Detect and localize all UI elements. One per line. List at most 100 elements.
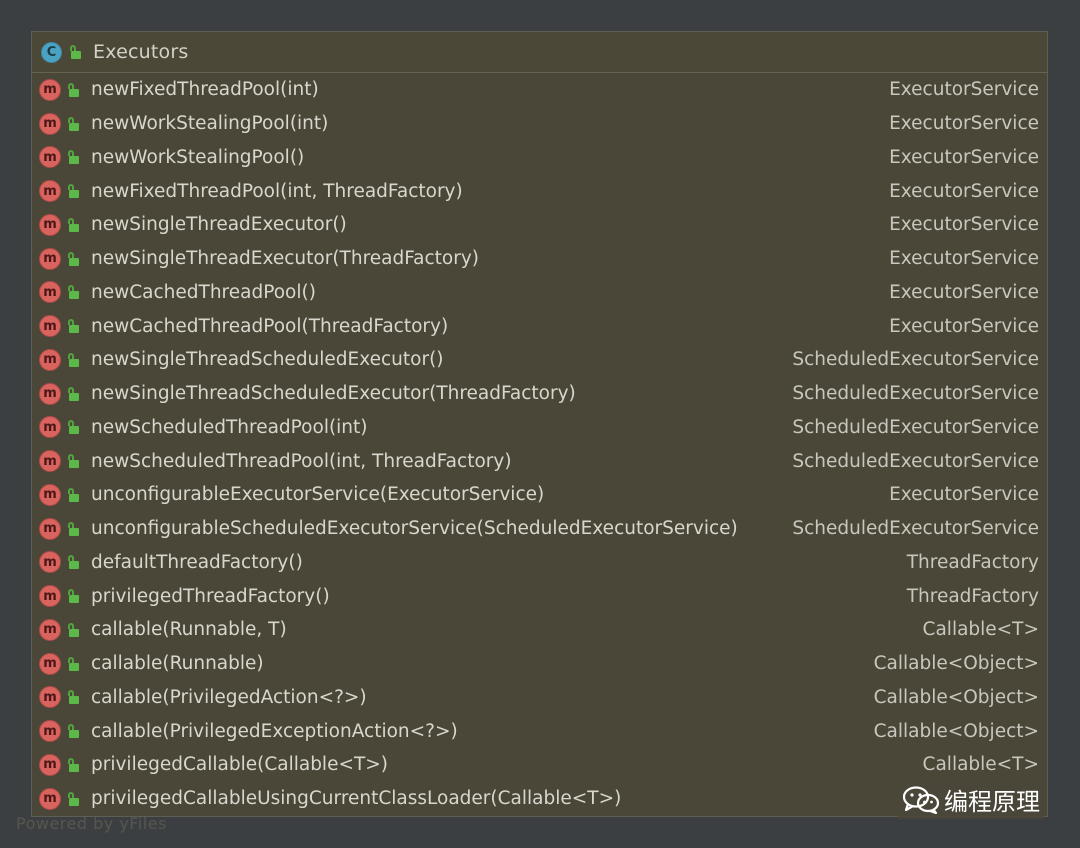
class-node-executors[interactable]: C Executors m newFixedThreadPool(int) Exec… [31,31,1048,817]
method-return-type: ExecutorService [889,113,1039,135]
method-signature: defaultThreadFactory() [91,551,303,573]
method-row[interactable]: m newWorkStealingPool(int) ExecutorService [32,107,1047,141]
method-return-type: Callable<Object> [873,686,1039,708]
method-row[interactable]: m callable(Runnable, T) Callable<T> [32,613,1047,647]
method-return-type: ExecutorService [889,248,1039,270]
public-lock-icon [68,791,79,806]
method-return-type: ScheduledExecutorService [792,518,1039,540]
class-header[interactable]: C Executors [32,32,1047,73]
method-return-type: ThreadFactory [906,585,1039,607]
method-return-type: ScheduledExecutorService [792,416,1039,438]
method-return-type: Callable<Object> [873,720,1039,742]
method-icon: m [39,585,61,608]
method-row[interactable]: m callable(PrivilegedAction<?>) Callable<O… [32,681,1047,715]
method-icon: m [39,787,61,810]
powered-by-watermark: Powered by yFiles [16,814,167,833]
method-icon: m [39,78,61,101]
method-row[interactable]: m newScheduledThreadPool(int) ScheduledExe… [32,411,1047,445]
public-lock-icon [68,319,79,334]
public-lock-icon [68,487,79,502]
method-return-type: ExecutorService [889,180,1039,202]
method-icon: m [39,416,61,439]
public-lock-icon [68,656,79,671]
brand-text: 编程原理 [944,788,1040,816]
method-return-type: ExecutorService [889,484,1039,506]
method-row[interactable]: m newSingleThreadScheduledExecutor() Sched… [32,343,1047,377]
method-list: m newFixedThreadPool(int) ExecutorService m… [32,73,1047,816]
method-icon: m [39,753,61,776]
method-return-type: ScheduledExecutorService [792,349,1039,371]
public-lock-icon [68,690,79,705]
method-return-type: Callable<T> [922,754,1039,776]
class-title: Executors [93,41,189,63]
method-row[interactable]: m newCachedThreadPool(ThreadFactory) Execu… [32,309,1047,343]
method-icon: m [39,348,61,371]
method-row[interactable]: m privilegedThreadFactory() ThreadFactory [32,579,1047,613]
method-signature: callable(Runnable, T) [91,619,287,641]
class-icon: C [41,41,62,63]
method-row[interactable]: m newFixedThreadPool(int, ThreadFactory) E… [32,174,1047,208]
method-icon: m [39,720,61,743]
method-row[interactable]: m newFixedThreadPool(int) ExecutorService [32,73,1047,107]
public-lock-icon [68,352,79,367]
public-lock-icon [68,757,79,772]
method-signature: privilegedThreadFactory() [91,585,330,607]
method-return-type: ThreadFactory [906,551,1039,573]
public-lock-icon [68,420,79,435]
method-icon: m [39,281,61,304]
public-lock-icon [68,184,79,199]
method-return-type: ExecutorService [889,79,1039,101]
public-lock-icon [68,116,79,131]
method-icon: m [39,450,61,473]
method-row[interactable]: m newScheduledThreadPool(int, ThreadFacto… [32,444,1047,478]
public-lock-icon [68,285,79,300]
method-icon: m [39,146,61,169]
method-icon: m [39,247,61,270]
method-signature: privilegedCallable(Callable<T>) [91,754,388,776]
method-icon: m [39,551,61,574]
method-return-type: ExecutorService [889,315,1039,337]
public-lock-icon [68,386,79,401]
method-icon: m [39,382,61,405]
method-row[interactable]: m newWorkStealingPool() ExecutorService [32,141,1047,175]
method-row[interactable]: m newCachedThreadPool() ExecutorService [32,276,1047,310]
method-row[interactable]: m unconfigurableExecutorService(ExecutorS… [32,478,1047,512]
method-return-type: ExecutorService [889,281,1039,303]
method-return-type: ScheduledExecutorService [792,450,1039,472]
public-lock-icon [70,45,81,59]
method-return-type: ScheduledExecutorService [792,383,1039,405]
method-return-type: Callable<Object> [873,653,1039,675]
method-row[interactable]: m unconfigurableScheduledExecutorService(… [32,512,1047,546]
method-icon: m [39,652,61,675]
public-lock-icon [68,622,79,637]
method-row[interactable]: m newSingleThreadExecutor() ExecutorServic… [32,208,1047,242]
method-return-type: Callable<T> [922,619,1039,641]
public-lock-icon [68,217,79,232]
method-row[interactable]: m privilegedCallableUsingCurrentClassLoad… [32,782,1047,816]
method-icon: m [39,686,61,709]
method-row[interactable]: m newSingleThreadExecutor(ThreadFactory) E… [32,242,1047,276]
public-lock-icon [68,555,79,570]
method-icon: m [39,112,61,135]
method-icon: m [39,213,61,236]
public-lock-icon [68,521,79,536]
method-row[interactable]: m newSingleThreadScheduledExecutor(Thread… [32,377,1047,411]
method-return-type: ExecutorService [889,214,1039,236]
method-row[interactable]: m callable(PrivilegedExceptionAction<?>) C… [32,714,1047,748]
method-row[interactable]: m defaultThreadFactory() ThreadFactory [32,546,1047,580]
brand-watermark: 编程原理 [898,780,1044,819]
wechat-icon [902,785,940,814]
public-lock-icon [68,454,79,469]
method-icon: m [39,483,61,506]
method-icon: m [39,618,61,641]
public-lock-icon [68,82,79,97]
public-lock-icon [68,251,79,266]
public-lock-icon [68,724,79,739]
method-icon: m [39,180,61,203]
diagram-canvas: C Executors m newFixedThreadPool(int) Exec… [0,0,1080,848]
method-icon: m [39,517,61,540]
method-row[interactable]: m privilegedCallable(Callable<T>) Callable… [32,748,1047,782]
method-row[interactable]: m callable(Runnable) Callable<Object> [32,647,1047,681]
method-icon: m [39,315,61,338]
public-lock-icon [68,150,79,165]
